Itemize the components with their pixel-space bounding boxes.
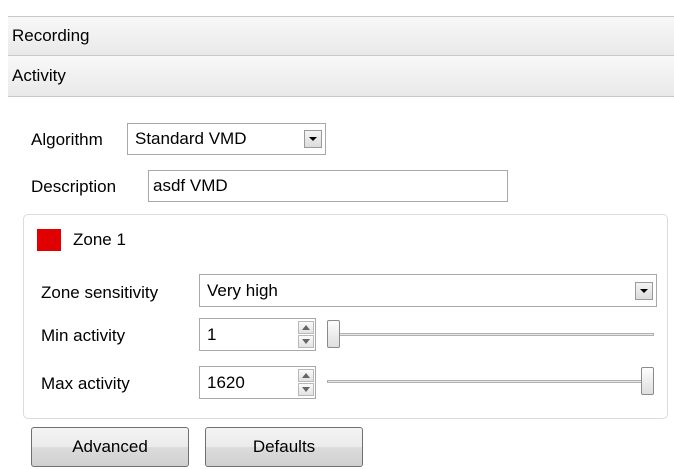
zone-color-swatch[interactable] (37, 229, 61, 251)
max-activity-value: 1620 (207, 372, 245, 392)
zone-sensitivity-label: Zone sensitivity (41, 283, 159, 302)
zone-name: Zone 1 (73, 230, 126, 249)
defaults-button-label: Defaults (252, 437, 316, 456)
min-activity-label: Min activity (41, 326, 126, 345)
min-activity-spinner[interactable]: 1 (199, 318, 316, 351)
spin-down-icon[interactable] (298, 335, 314, 348)
spin-up-icon[interactable] (298, 321, 314, 334)
description-value: asdf VMD (153, 176, 228, 195)
description-label: Description (31, 177, 117, 196)
algorithm-dropdown[interactable]: Standard VMD (127, 123, 326, 155)
section-header-activity-label: Activity (12, 66, 66, 85)
zone-sensitivity-dropdown[interactable]: Very high (199, 274, 657, 307)
section-header-recording-label: Recording (12, 26, 90, 45)
algorithm-value: Standard VMD (135, 129, 247, 148)
defaults-button[interactable]: Defaults (205, 427, 363, 467)
min-activity-slider-track[interactable] (327, 333, 654, 336)
chevron-down-icon[interactable] (635, 281, 653, 300)
advanced-button[interactable]: Advanced (31, 427, 189, 467)
advanced-button-label: Advanced (72, 437, 148, 456)
section-header-recording[interactable]: Recording (8, 16, 674, 56)
spin-up-icon[interactable] (298, 369, 314, 382)
zone-sensitivity-value: Very high (207, 280, 278, 300)
min-activity-value: 1 (207, 324, 217, 344)
algorithm-label: Algorithm (31, 130, 103, 149)
max-activity-slider-thumb[interactable] (641, 367, 654, 395)
max-activity-label: Max activity (41, 374, 130, 393)
min-activity-slider-thumb[interactable] (327, 320, 340, 348)
chevron-down-icon[interactable] (304, 130, 322, 148)
spin-down-icon[interactable] (298, 383, 314, 396)
max-activity-slider-track[interactable] (327, 380, 654, 383)
description-input[interactable]: asdf VMD (148, 170, 508, 202)
max-activity-spinner[interactable]: 1620 (199, 366, 316, 399)
section-header-activity[interactable]: Activity (8, 56, 674, 97)
